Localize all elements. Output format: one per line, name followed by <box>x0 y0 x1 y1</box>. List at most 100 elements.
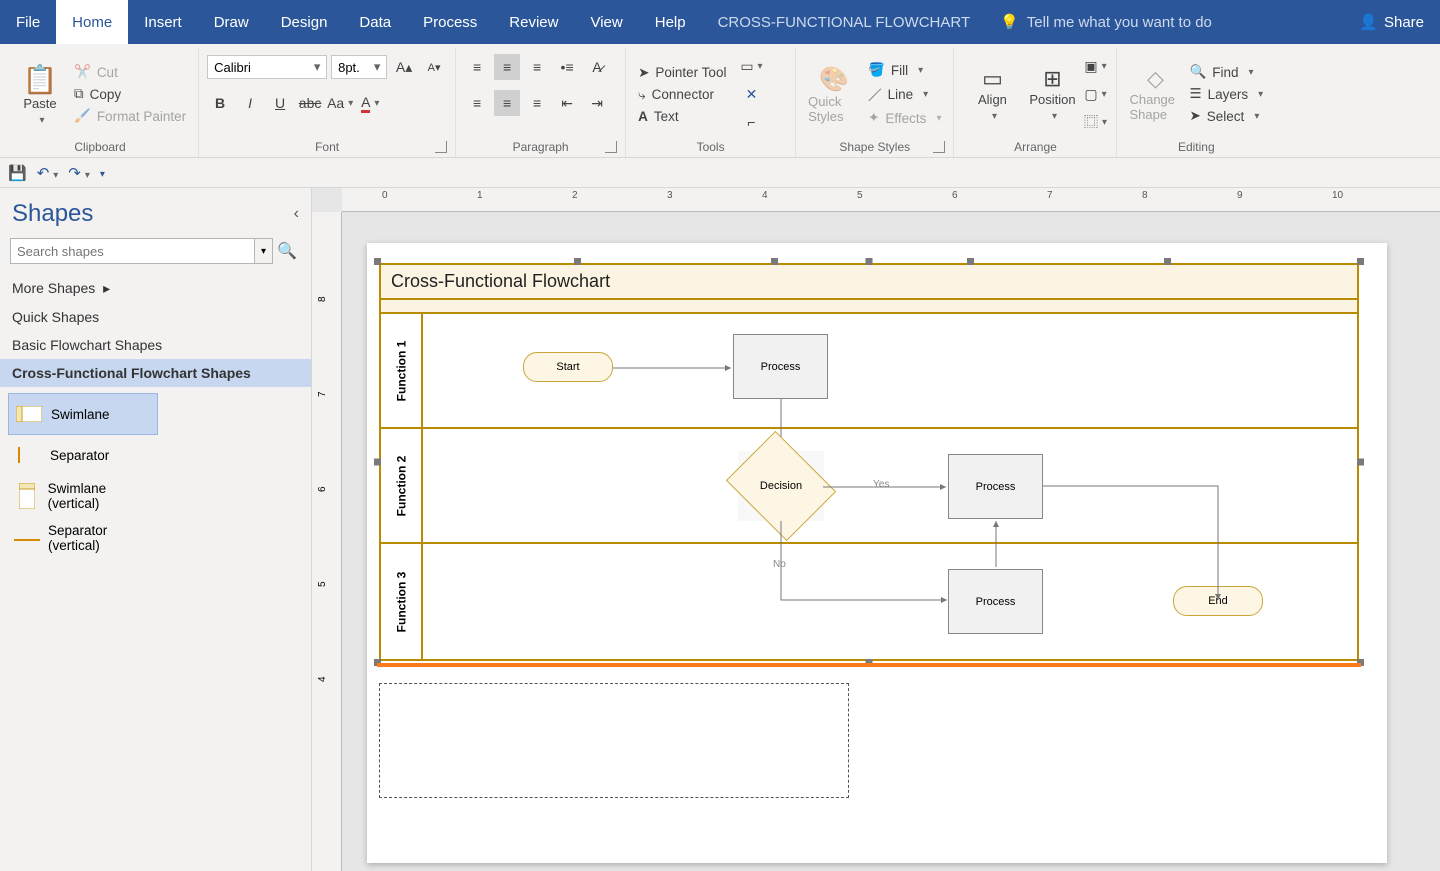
copy-button[interactable]: ⧉Copy <box>70 84 190 104</box>
pointer-tool-button[interactable]: ➤Pointer Tool <box>634 63 730 83</box>
process-node-1[interactable]: Process <box>733 334 828 399</box>
increase-font-button[interactable]: A▴ <box>391 54 417 80</box>
swimlane-title[interactable]: Cross-Functional Flowchart <box>381 265 1357 300</box>
dialog-launcher-icon[interactable] <box>605 141 617 153</box>
undo-button[interactable]: ↶ <box>37 164 59 182</box>
quick-styles-button[interactable]: 🎨 Quick Styles <box>804 50 864 138</box>
dialog-launcher-icon[interactable] <box>933 141 945 153</box>
decision-node[interactable]: Decision <box>738 451 824 521</box>
lane-label[interactable]: Function 1 <box>381 314 423 427</box>
align-top-right-button[interactable]: ≡ <box>524 54 550 80</box>
tab-data[interactable]: Data <box>343 0 407 44</box>
font-family-combo[interactable]: Calibri▾ <box>207 55 327 79</box>
crop-tool-button[interactable]: ⌐ <box>738 109 764 135</box>
tab-design[interactable]: Design <box>265 0 344 44</box>
tab-insert[interactable]: Insert <box>128 0 198 44</box>
decrease-font-button[interactable]: A▾ <box>421 54 447 80</box>
process-node-2[interactable]: Process <box>948 454 1043 519</box>
tab-process[interactable]: Process <box>407 0 493 44</box>
swimlane-container[interactable]: Cross-Functional Flowchart Function 1 St… <box>379 263 1359 661</box>
find-button[interactable]: 🔍Find <box>1185 62 1267 82</box>
shape-separator-vertical[interactable]: Separator (vertical) <box>8 517 158 559</box>
tab-home[interactable]: Home <box>56 0 128 44</box>
search-go-button[interactable]: 🔍 <box>273 238 301 264</box>
tab-draw[interactable]: Draw <box>198 0 265 44</box>
shapes-search-input[interactable] <box>10 238 255 264</box>
position-button[interactable]: ⊞Position <box>1022 50 1082 138</box>
underline-button[interactable]: U <box>267 90 293 116</box>
align-button[interactable]: ▭Align <box>962 50 1022 138</box>
line-button[interactable]: ／Line <box>864 82 945 106</box>
layers-button[interactable]: ☰Layers <box>1185 84 1267 104</box>
category-cross-functional[interactable]: Cross-Functional Flowchart Shapes <box>0 359 311 387</box>
align-right-button[interactable]: ≡ <box>524 90 550 116</box>
redo-button[interactable]: ↷ <box>68 164 90 182</box>
connector[interactable] <box>994 519 1004 569</box>
font-color-icon: A <box>361 94 370 113</box>
lane-1[interactable]: Function 1 Start Process <box>381 314 1357 429</box>
italic-button[interactable]: I <box>237 90 263 116</box>
tab-help[interactable]: Help <box>639 0 702 44</box>
shape-separator[interactable]: Separator <box>8 435 158 475</box>
send-back-button[interactable]: ▢ <box>1082 81 1108 107</box>
rectangle-tool-button[interactable]: ▭ <box>738 53 764 79</box>
tab-file[interactable]: File <box>0 0 56 44</box>
category-quick-shapes[interactable]: Quick Shapes <box>0 303 311 331</box>
change-shape-button[interactable]: ◇Change Shape <box>1125 50 1185 138</box>
paste-button[interactable]: 📋 Paste <box>10 50 70 138</box>
connector-tool-button[interactable]: ⤷Connector <box>634 85 730 105</box>
share-button[interactable]: 👤 Share <box>1343 13 1440 31</box>
lane-body[interactable]: Process End <box>423 544 1357 659</box>
font-size-combo[interactable]: 8pt.▾ <box>331 55 387 79</box>
clear-format-button[interactable]: A̷ <box>584 54 610 80</box>
align-top-center-button[interactable]: ≡ <box>494 54 520 80</box>
more-shapes-item[interactable]: More Shapes ▸ <box>0 274 311 303</box>
change-case-button[interactable]: Aa <box>327 90 353 116</box>
decrease-indent-button[interactable]: ⇤ <box>554 90 580 116</box>
qat-customize-button[interactable]: ▾ <box>100 164 105 181</box>
dialog-launcher-icon[interactable] <box>435 141 447 153</box>
bring-front-button[interactable]: ▣ <box>1082 53 1108 79</box>
format-painter-button[interactable]: 🖌️Format Painter <box>70 106 190 126</box>
save-button[interactable]: 💾 <box>8 164 27 182</box>
text-tool-button[interactable]: AText <box>634 107 730 126</box>
connector[interactable] <box>823 485 948 495</box>
save-icon: 💾 <box>8 165 27 182</box>
shapes-title-text: Shapes <box>12 200 93 228</box>
collapse-panel-button[interactable]: ‹ <box>294 205 299 223</box>
strike-button[interactable]: abc <box>297 90 323 116</box>
new-shape-placeholder[interactable] <box>379 683 849 798</box>
start-node[interactable]: Start <box>523 352 613 382</box>
font-color-button[interactable]: A <box>357 90 383 116</box>
canvas[interactable]: 0 1 2 3 4 5 6 7 8 9 10 8 7 6 5 4 <box>312 188 1440 871</box>
connector[interactable] <box>613 366 733 376</box>
lane-body[interactable]: Start Process <box>423 314 1357 427</box>
align-center-button[interactable]: ≡ <box>494 90 520 116</box>
tell-me-search[interactable]: 💡 Tell me what you want to do <box>986 13 1226 31</box>
align-top-left-button[interactable]: ≡ <box>464 54 490 80</box>
connection-point-button[interactable]: ✕ <box>738 81 764 107</box>
cut-button[interactable]: ✂️Cut <box>70 62 190 82</box>
shape-swimlane[interactable]: Swimlane <box>8 393 158 435</box>
bullets-button[interactable]: •≡ <box>554 54 580 80</box>
phase-bar[interactable] <box>381 300 1357 314</box>
process-node-3[interactable]: Process <box>948 569 1043 634</box>
shape-swimlane-vertical[interactable]: Swimlane (vertical) <box>8 475 158 517</box>
lane-label[interactable]: Function 2 <box>381 429 423 542</box>
category-basic-flowchart[interactable]: Basic Flowchart Shapes <box>0 331 311 359</box>
align-left-button[interactable]: ≡ <box>464 90 490 116</box>
search-dropdown-button[interactable]: ▾ <box>255 238 273 264</box>
lane-label[interactable]: Function 3 <box>381 544 423 659</box>
fill-button[interactable]: 🪣Fill <box>864 60 945 80</box>
tab-view[interactable]: View <box>574 0 638 44</box>
connector[interactable] <box>779 534 954 604</box>
connector[interactable] <box>1043 484 1223 604</box>
bold-button[interactable]: B <box>207 90 233 116</box>
lane-3[interactable]: Function 3 Process End <box>381 544 1357 659</box>
tab-review[interactable]: Review <box>493 0 574 44</box>
drawing-page[interactable]: Cross-Functional Flowchart Function 1 St… <box>367 243 1387 863</box>
group-button[interactable]: ⿴ <box>1082 109 1108 135</box>
effects-button[interactable]: ✦Effects <box>864 108 945 128</box>
select-button[interactable]: ➤Select <box>1185 106 1267 126</box>
increase-indent-button[interactable]: ⇥ <box>584 90 610 116</box>
